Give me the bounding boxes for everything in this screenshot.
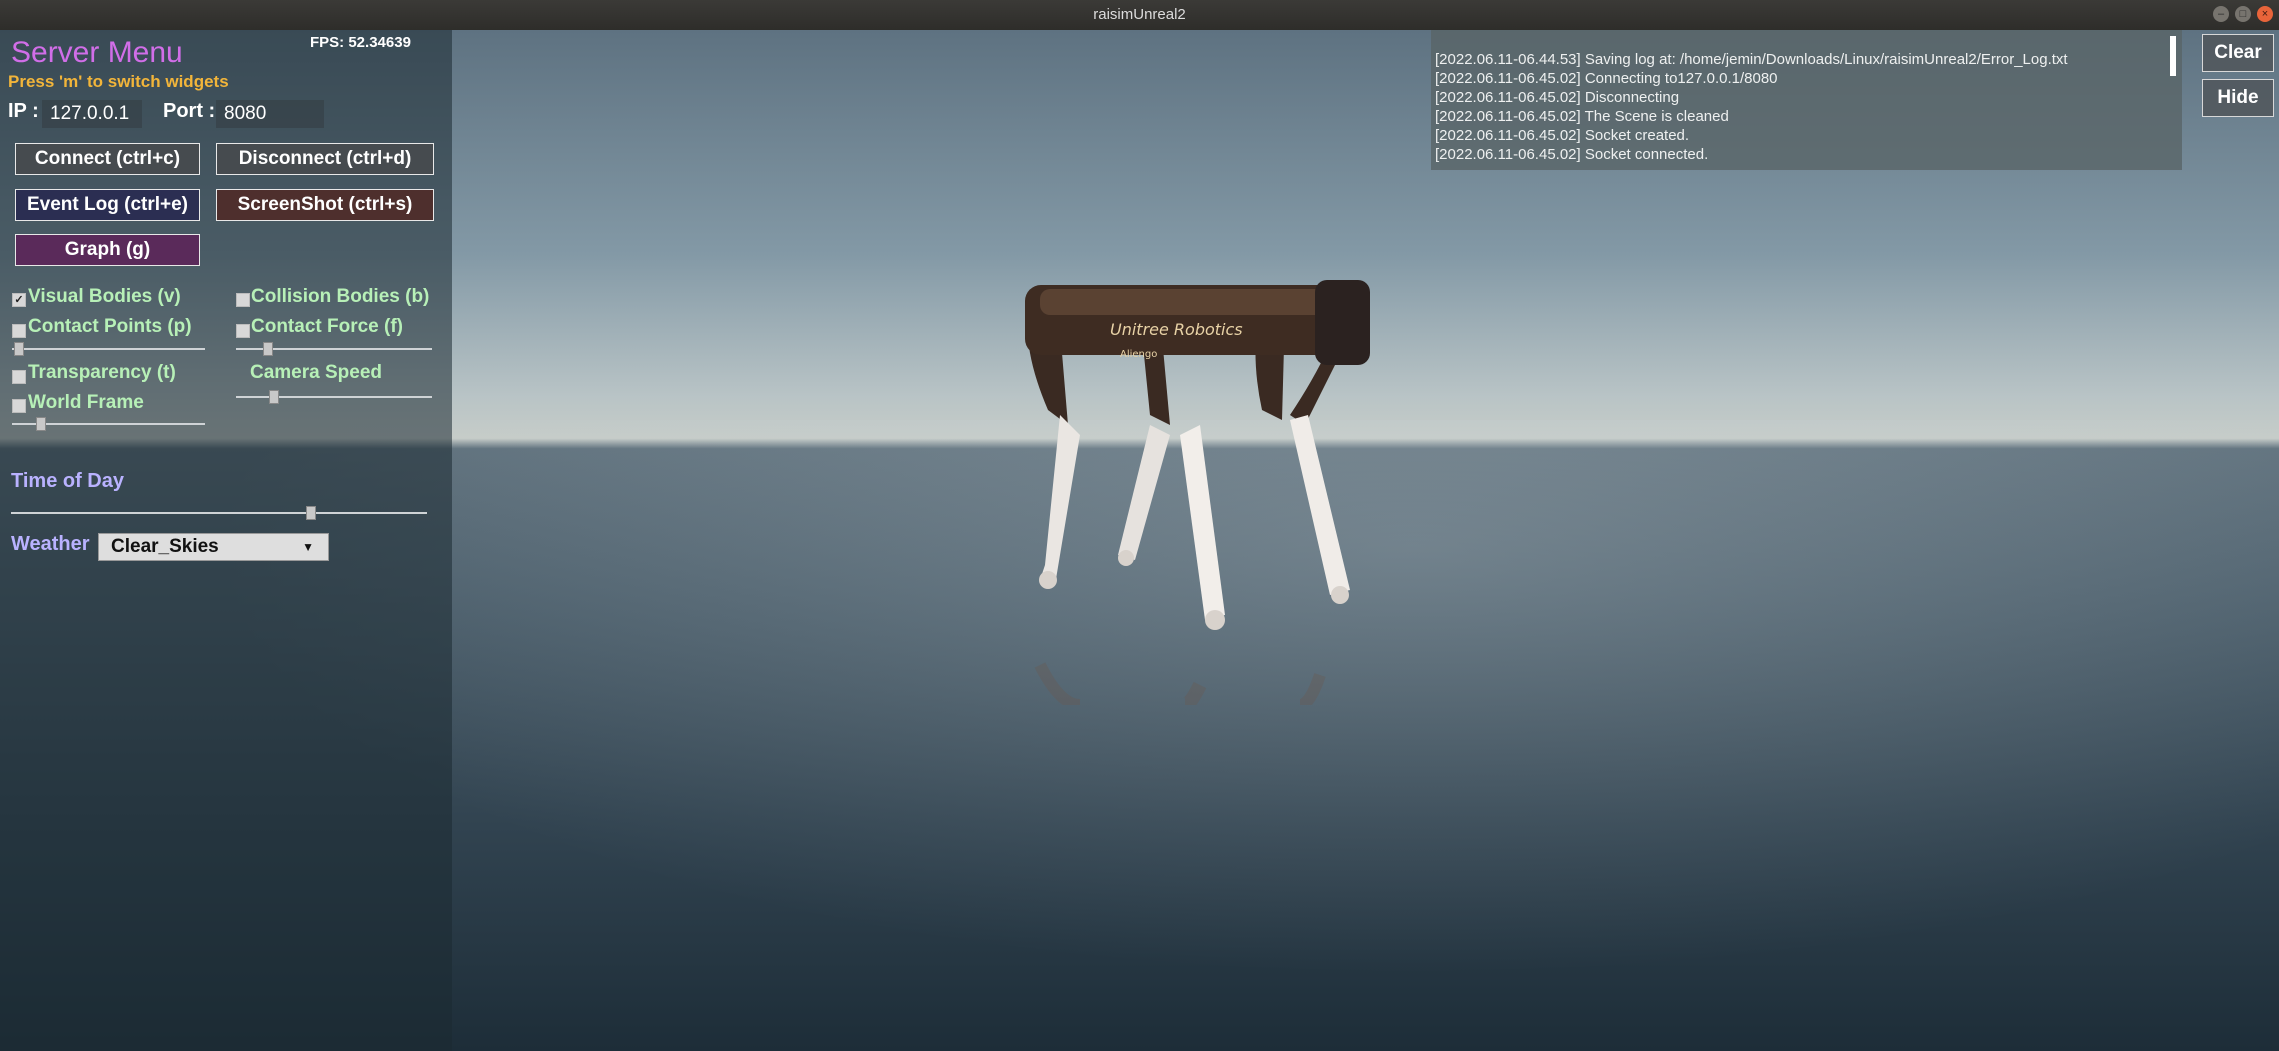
chevron-down-icon: ▼ bbox=[302, 540, 314, 554]
contact-points-label: Contact Points (p) bbox=[28, 316, 192, 337]
contact-force-slider-knob[interactable] bbox=[263, 342, 273, 356]
contact-force-slider[interactable] bbox=[236, 342, 432, 356]
camera-speed-slider[interactable] bbox=[236, 390, 432, 404]
log-line: [2022.06.11-06.45.02] Socket created. bbox=[1435, 127, 1690, 144]
transparency-label: Transparency (t) bbox=[28, 362, 176, 383]
quadruped-robot: Unitree Robotics Aliengo bbox=[1025, 280, 1370, 705]
event-log-lines: [2022.06.11-06.44.53] Saving log at: /ho… bbox=[1435, 50, 2068, 164]
fps-label: FPS: bbox=[310, 34, 345, 51]
weather-label: Weather bbox=[11, 533, 90, 555]
hide-button[interactable]: Hide bbox=[2202, 79, 2274, 117]
window-titlebar: raisimUnreal2 – □ × bbox=[0, 0, 2279, 31]
contact-points-slider[interactable] bbox=[12, 342, 205, 356]
weather-select[interactable]: Clear_Skies ▼ bbox=[98, 533, 329, 561]
switch-widgets-hint: Press 'm' to switch widgets bbox=[8, 72, 229, 91]
port-label: Port : bbox=[163, 100, 216, 122]
time-of-day-label: Time of Day bbox=[11, 470, 124, 492]
fps-value: 52.34639 bbox=[348, 34, 411, 51]
transparency-checkbox[interactable] bbox=[12, 370, 26, 384]
world-frame-slider[interactable] bbox=[12, 417, 205, 431]
minimize-icon[interactable]: – bbox=[2213, 6, 2229, 22]
close-icon[interactable]: × bbox=[2257, 6, 2273, 22]
ip-field[interactable]: 127.0.0.1 bbox=[42, 100, 142, 128]
contact-points-slider-knob[interactable] bbox=[14, 342, 24, 356]
event-log-scrollbar[interactable] bbox=[2170, 36, 2176, 76]
world-frame-label: World Frame bbox=[28, 392, 144, 413]
event-log-button[interactable]: Event Log (ctrl+e) bbox=[15, 189, 200, 221]
robot-brand-text: Unitree Robotics bbox=[1110, 320, 1243, 339]
fps-readout: FPS: 52.34639 bbox=[310, 34, 411, 51]
clear-button[interactable]: Clear bbox=[2202, 34, 2274, 72]
contact-force-label: Contact Force (f) bbox=[251, 316, 403, 337]
world-frame-checkbox[interactable] bbox=[12, 399, 26, 413]
log-line: [2022.06.11-06.45.02] Socket connected. bbox=[1435, 146, 1709, 163]
contact-force-checkbox[interactable] bbox=[236, 324, 250, 338]
visual-bodies-label: Visual Bodies (v) bbox=[28, 286, 181, 307]
visual-bodies-checkbox[interactable]: ✓ bbox=[12, 293, 26, 307]
port-field[interactable]: 8080 bbox=[216, 100, 324, 128]
time-of-day-slider-knob[interactable] bbox=[306, 506, 316, 520]
panel-title: Server Menu bbox=[11, 36, 183, 69]
world-frame-slider-knob[interactable] bbox=[36, 417, 46, 431]
graph-button[interactable]: Graph (g) bbox=[15, 234, 200, 266]
event-log-panel[interactable]: [2022.06.11-06.44.53] Saving log at: /ho… bbox=[1431, 30, 2182, 170]
collision-bodies-checkbox[interactable] bbox=[236, 293, 250, 307]
disconnect-button[interactable]: Disconnect (ctrl+d) bbox=[216, 143, 434, 175]
contact-points-checkbox[interactable] bbox=[12, 324, 26, 338]
camera-speed-slider-knob[interactable] bbox=[269, 390, 279, 404]
ip-label: IP : bbox=[8, 100, 39, 122]
log-line: [2022.06.11-06.45.02] Disconnecting bbox=[1435, 89, 1680, 106]
connect-button[interactable]: Connect (ctrl+c) bbox=[15, 143, 200, 175]
window-controls: – □ × bbox=[2213, 6, 2273, 22]
time-of-day-slider[interactable] bbox=[11, 506, 427, 520]
check-icon: ✓ bbox=[14, 294, 24, 306]
window-title: raisimUnreal2 bbox=[1093, 6, 1186, 23]
server-menu-panel: Server Menu FPS: 52.34639 Press 'm' to s… bbox=[0, 30, 452, 1051]
svg-text:Aliengo: Aliengo bbox=[1120, 349, 1157, 360]
log-line: [2022.06.11-06.45.02] Connecting to127.0… bbox=[1435, 70, 1778, 87]
weather-value: Clear_Skies bbox=[111, 536, 219, 557]
log-line: [2022.06.11-06.44.53] Saving log at: /ho… bbox=[1435, 51, 2068, 68]
log-line: [2022.06.11-06.45.02] The Scene is clean… bbox=[1435, 108, 1729, 125]
collision-bodies-label: Collision Bodies (b) bbox=[251, 286, 430, 307]
maximize-icon[interactable]: □ bbox=[2235, 6, 2251, 22]
camera-speed-label: Camera Speed bbox=[250, 362, 383, 383]
screenshot-button[interactable]: ScreenShot (ctrl+s) bbox=[216, 189, 434, 221]
